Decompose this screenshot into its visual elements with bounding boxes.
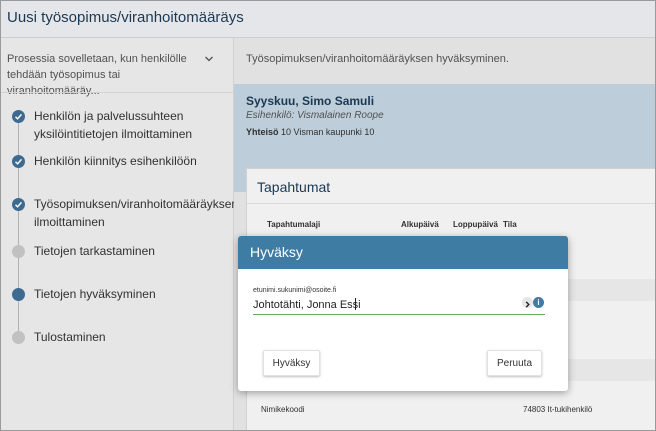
info-glyph: i	[537, 298, 540, 307]
dialog-title: Hyväksy	[250, 244, 303, 260]
approver-field-label: etunimi.sukunimi@osoite.fi	[253, 287, 337, 294]
text-cursor	[355, 298, 356, 310]
approve-button[interactable]: Hyväksy	[263, 350, 320, 376]
dialog-header: Hyväksy	[238, 236, 568, 269]
info-icon[interactable]: i	[533, 297, 544, 308]
approver-input[interactable]	[253, 295, 545, 315]
approve-dialog: Hyväksy etunimi.sukunimi@osoite.fi i Hyv…	[238, 236, 568, 391]
cancel-button[interactable]: Peruuta	[487, 350, 542, 376]
chevron-right-icon[interactable]	[522, 297, 533, 308]
